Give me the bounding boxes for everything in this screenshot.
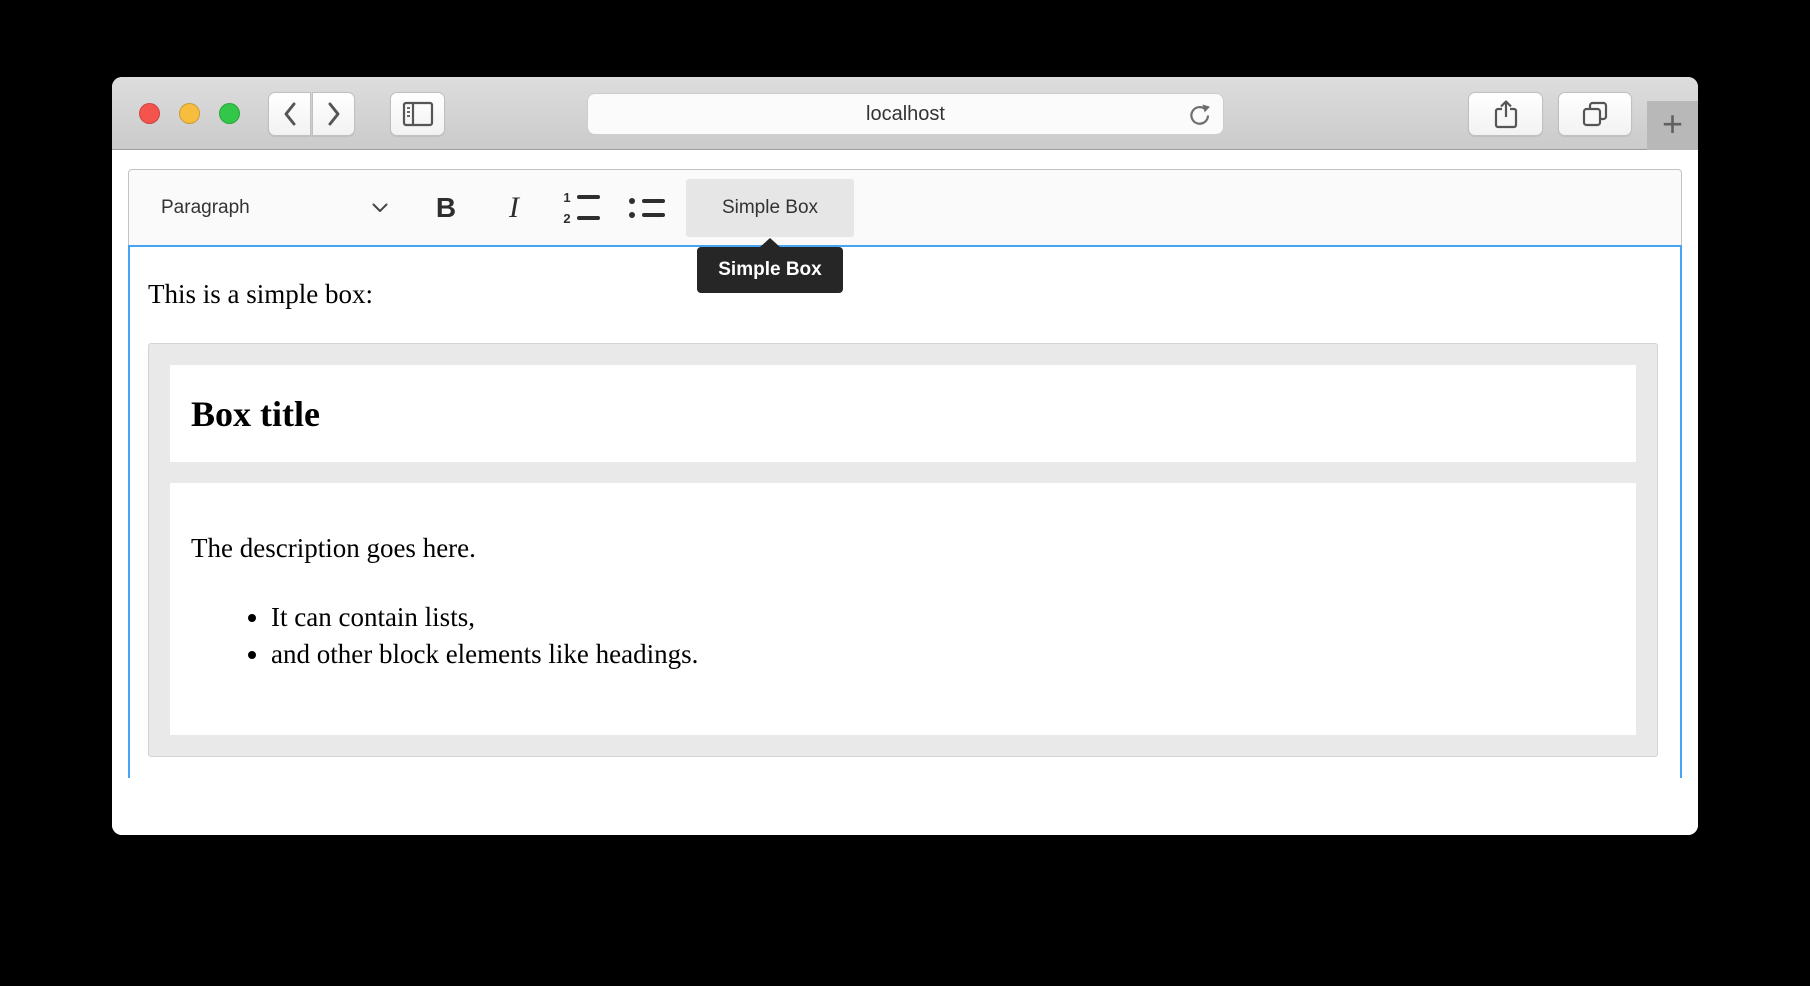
forward-button[interactable] [312,92,355,136]
paragraph-dropdown-label: Paragraph [161,197,250,219]
share-button[interactable] [1468,92,1543,136]
list-item[interactable]: It can contain lists, [271,599,1615,636]
zoom-window-button[interactable] [219,103,240,124]
minimize-window-button[interactable] [179,103,200,124]
browser-toolbar: localhost [112,77,1698,150]
bold-icon: B [436,192,456,224]
box-description-paragraph[interactable]: The description goes here. [191,531,1615,565]
tabs-icon [1581,100,1609,128]
simple-box-button[interactable]: Simple Box [686,179,854,237]
editor-toolbar: Paragraph B I 1 2 [128,169,1682,245]
intro-paragraph[interactable]: This is a simple box: [148,277,1664,311]
plus-icon: + [1662,106,1683,142]
sidebar-toggle-button[interactable] [390,92,445,136]
close-window-button[interactable] [139,103,160,124]
numbered-list-button[interactable]: 1 2 [557,170,605,245]
bold-button[interactable]: B [422,170,470,245]
bulleted-list-button[interactable] [622,170,670,245]
simple-box-title-field[interactable]: Box title [170,365,1636,462]
italic-icon: I [509,191,519,225]
simple-box-widget[interactable]: Box title The description goes here. It … [148,343,1658,757]
bulleted-list-icon [628,198,665,218]
chevron-down-icon [372,203,388,213]
simple-box-button-label: Simple Box [722,197,818,219]
tab-overview-button[interactable] [1558,92,1632,136]
editor-editable-area[interactable]: This is a simple box: Box title The desc… [128,245,1682,778]
browser-window: localhost [112,77,1698,835]
simple-box-tooltip: Simple Box [697,247,843,293]
paragraph-dropdown[interactable]: Paragraph [129,170,405,245]
sidebar-icon [402,101,434,127]
italic-button[interactable]: I [490,170,538,245]
simple-box-description-field[interactable]: The description goes here. It can contai… [170,483,1636,735]
box-title-heading[interactable]: Box title [170,365,1636,462]
tooltip-text: Simple Box [718,259,821,281]
box-list: It can contain lists, and other block el… [191,599,1615,673]
reload-button[interactable] [1185,101,1213,129]
address-bar[interactable]: localhost [587,93,1224,135]
reload-icon [1186,102,1212,128]
numbered-list-icon: 1 2 [563,191,600,225]
new-tab-button[interactable]: + [1647,101,1698,150]
chevron-left-icon [281,101,299,127]
page-content: Paragraph B I 1 2 [112,151,1698,835]
chevron-right-icon [325,101,343,127]
url-text: localhost [866,103,945,126]
desktop-background: localhost [0,0,1810,986]
list-item[interactable]: and other block elements like headings. [271,636,1615,673]
share-icon [1493,99,1519,129]
back-button[interactable] [268,92,311,136]
